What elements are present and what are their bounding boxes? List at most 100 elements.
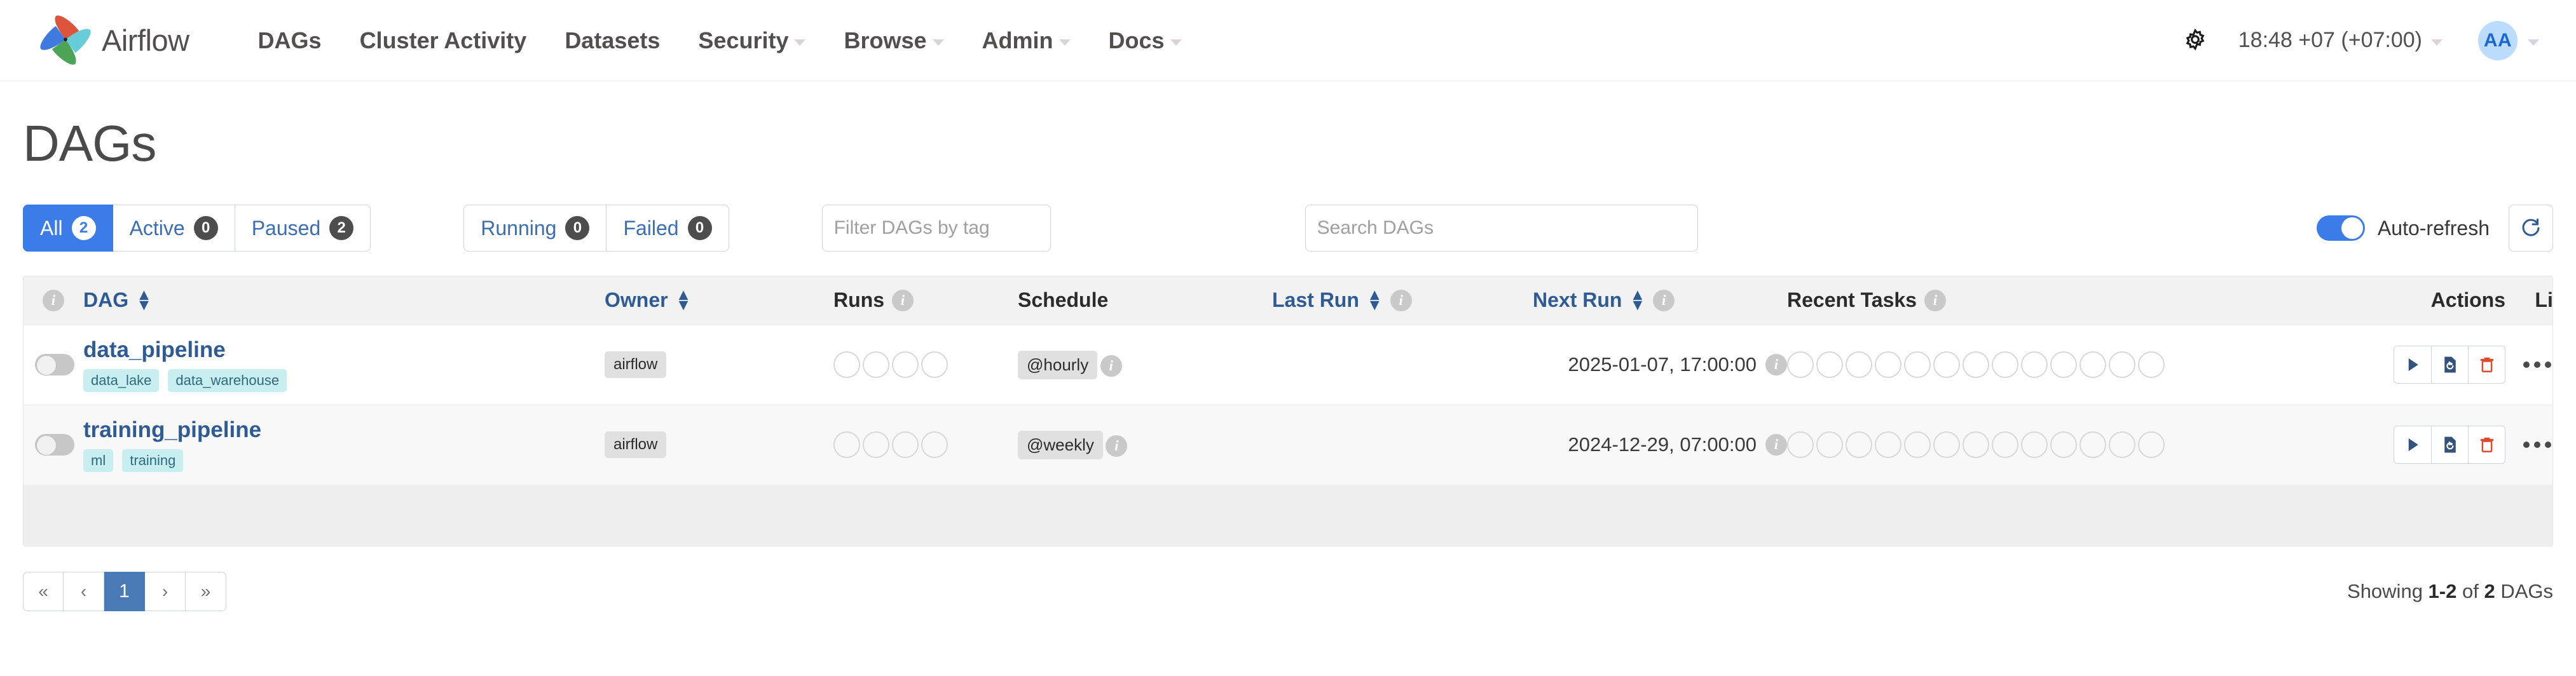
task-status-circle[interactable] bbox=[2138, 431, 2165, 459]
nav-item-dags[interactable]: DAGs bbox=[239, 27, 341, 54]
dag-tag[interactable]: ml bbox=[83, 449, 114, 473]
task-status-circle[interactable] bbox=[1816, 351, 1843, 378]
task-status-circle[interactable] bbox=[1875, 351, 1901, 378]
task-status-circle[interactable] bbox=[1904, 431, 1931, 459]
run-status-circle[interactable] bbox=[921, 431, 948, 459]
chevron-down-icon bbox=[794, 39, 806, 46]
settings-button[interactable] bbox=[2165, 27, 2226, 55]
nav-item-security[interactable]: Security bbox=[679, 27, 825, 54]
task-status-circle[interactable] bbox=[1963, 431, 1989, 459]
brand-label: Airflow bbox=[102, 24, 189, 57]
dag-pause-toggle[interactable] bbox=[35, 434, 74, 456]
run-status-circle[interactable] bbox=[921, 351, 948, 378]
task-status-circle[interactable] bbox=[1787, 351, 1814, 378]
task-status-circle[interactable] bbox=[1933, 351, 1960, 378]
nav-item-datasets[interactable]: Datasets bbox=[545, 27, 679, 54]
user-menu[interactable]: AA bbox=[2455, 20, 2548, 60]
dag-tag[interactable]: data_warehouse bbox=[168, 369, 287, 393]
filter-running-button[interactable]: Running 0 bbox=[463, 205, 607, 252]
task-status-circle[interactable] bbox=[2021, 351, 2048, 378]
run-status-circle[interactable] bbox=[833, 351, 860, 378]
page-content: DAGs All 2 Active 0 Paused 2 Running 0 F… bbox=[0, 114, 2576, 611]
auto-refresh-toggle[interactable] bbox=[2316, 215, 2365, 241]
task-status-circle[interactable] bbox=[2138, 351, 2165, 378]
task-status-circle[interactable] bbox=[1904, 351, 1931, 378]
brand-home-link[interactable]: Airflow bbox=[34, 10, 189, 71]
filter-failed-button[interactable]: Failed 0 bbox=[606, 205, 729, 252]
info-icon[interactable]: i bbox=[1765, 434, 1787, 456]
page-1-button[interactable]: 1 bbox=[104, 572, 145, 611]
col-header-runs: Runs i bbox=[833, 276, 1018, 325]
clear-dag-button[interactable] bbox=[2431, 346, 2468, 383]
dag-tag[interactable]: data_lake bbox=[83, 369, 160, 393]
ellipsis-menu-icon[interactable] bbox=[2523, 362, 2551, 368]
task-status-circle[interactable] bbox=[2021, 431, 2048, 459]
nav-item-docs[interactable]: Docs bbox=[1090, 27, 1201, 54]
run-status-circle[interactable] bbox=[863, 351, 889, 378]
search-input[interactable]: Search DAGs bbox=[1305, 205, 1698, 252]
run-status-circle[interactable] bbox=[892, 431, 919, 459]
manual-refresh-button[interactable] bbox=[2509, 205, 2553, 252]
task-status-circle[interactable] bbox=[2079, 431, 2106, 459]
task-status-circle[interactable] bbox=[1992, 431, 2018, 459]
owner-chip[interactable]: airflow bbox=[605, 431, 667, 459]
tag-filter-input[interactable]: Filter DAGs by tag bbox=[821, 205, 1051, 252]
owner-chip[interactable]: airflow bbox=[605, 351, 667, 378]
filter-paused-button[interactable]: Paused 2 bbox=[235, 205, 371, 252]
col-header-owner[interactable]: Owner ▲ ▼ bbox=[605, 276, 833, 325]
info-icon[interactable]: i bbox=[1653, 289, 1675, 311]
task-status-circle[interactable] bbox=[1963, 351, 1989, 378]
first-page-button[interactable]: « bbox=[23, 572, 64, 611]
task-status-circle[interactable] bbox=[2050, 351, 2077, 378]
clear-dag-button[interactable] bbox=[2431, 426, 2468, 464]
col-header-last-run[interactable]: Last Run ▲ ▼ i bbox=[1272, 276, 1533, 325]
dag-tag[interactable]: training bbox=[122, 449, 184, 473]
nav-item-cluster-activity[interactable]: Cluster Activity bbox=[341, 27, 546, 54]
next-page-button[interactable]: › bbox=[145, 572, 186, 611]
dag-pause-toggle[interactable] bbox=[35, 354, 74, 375]
dag-name-link[interactable]: training_pipeline bbox=[83, 417, 605, 443]
cell-links bbox=[2505, 405, 2552, 485]
timezone-selector[interactable]: 18:48 +07 (+07:00) bbox=[2226, 28, 2455, 53]
last-page-button[interactable]: » bbox=[186, 572, 226, 611]
ellipsis-menu-icon[interactable] bbox=[2523, 442, 2551, 449]
filter-label: Failed bbox=[623, 216, 679, 240]
task-status-circle[interactable] bbox=[1846, 351, 1872, 378]
task-status-circle[interactable] bbox=[2050, 431, 2077, 459]
dag-tags: ml training bbox=[83, 449, 605, 473]
task-status-circle[interactable] bbox=[1816, 431, 1843, 459]
delete-dag-button[interactable] bbox=[2468, 346, 2505, 383]
delete-dag-trash-icon bbox=[2480, 438, 2493, 453]
col-header-dag[interactable]: DAG ▲ ▼ bbox=[83, 276, 605, 325]
info-icon[interactable]: i bbox=[1390, 289, 1412, 311]
filter-active-button[interactable]: Active 0 bbox=[113, 205, 235, 252]
trigger-dag-button[interactable] bbox=[2394, 426, 2431, 464]
delete-dag-button[interactable] bbox=[2468, 426, 2505, 464]
task-status-circle[interactable] bbox=[1933, 431, 1960, 459]
info-icon[interactable]: i bbox=[1106, 435, 1128, 457]
info-icon[interactable]: i bbox=[1100, 355, 1122, 377]
run-status-circle[interactable] bbox=[892, 351, 919, 378]
task-status-circle[interactable] bbox=[2079, 351, 2106, 378]
run-status-circle[interactable] bbox=[863, 431, 889, 459]
info-icon[interactable]: i bbox=[43, 289, 64, 311]
info-icon[interactable]: i bbox=[892, 289, 914, 311]
info-icon[interactable]: i bbox=[1924, 289, 1946, 311]
run-status-circle[interactable] bbox=[833, 431, 860, 459]
filter-all-button[interactable]: All 2 bbox=[23, 205, 113, 252]
task-status-circle[interactable] bbox=[2109, 431, 2135, 459]
prev-page-button[interactable]: ‹ bbox=[64, 572, 104, 611]
info-icon[interactable]: i bbox=[1765, 354, 1787, 375]
task-status-circle[interactable] bbox=[2109, 351, 2135, 378]
dag-name-link[interactable]: data_pipeline bbox=[83, 337, 605, 363]
task-status-circle[interactable] bbox=[1992, 351, 2018, 378]
schedule-chip: @weekly bbox=[1018, 430, 1103, 459]
col-header-next-run[interactable]: Next Run ▲ ▼ i bbox=[1533, 276, 1787, 325]
task-status-circle[interactable] bbox=[1875, 431, 1901, 459]
nav-item-browse[interactable]: Browse bbox=[825, 27, 963, 54]
showing-prefix: Showing bbox=[2347, 580, 2429, 602]
nav-item-admin[interactable]: Admin bbox=[963, 27, 1090, 54]
trigger-dag-button[interactable] bbox=[2394, 346, 2431, 383]
task-status-circle[interactable] bbox=[1787, 431, 1814, 459]
task-status-circle[interactable] bbox=[1846, 431, 1872, 459]
